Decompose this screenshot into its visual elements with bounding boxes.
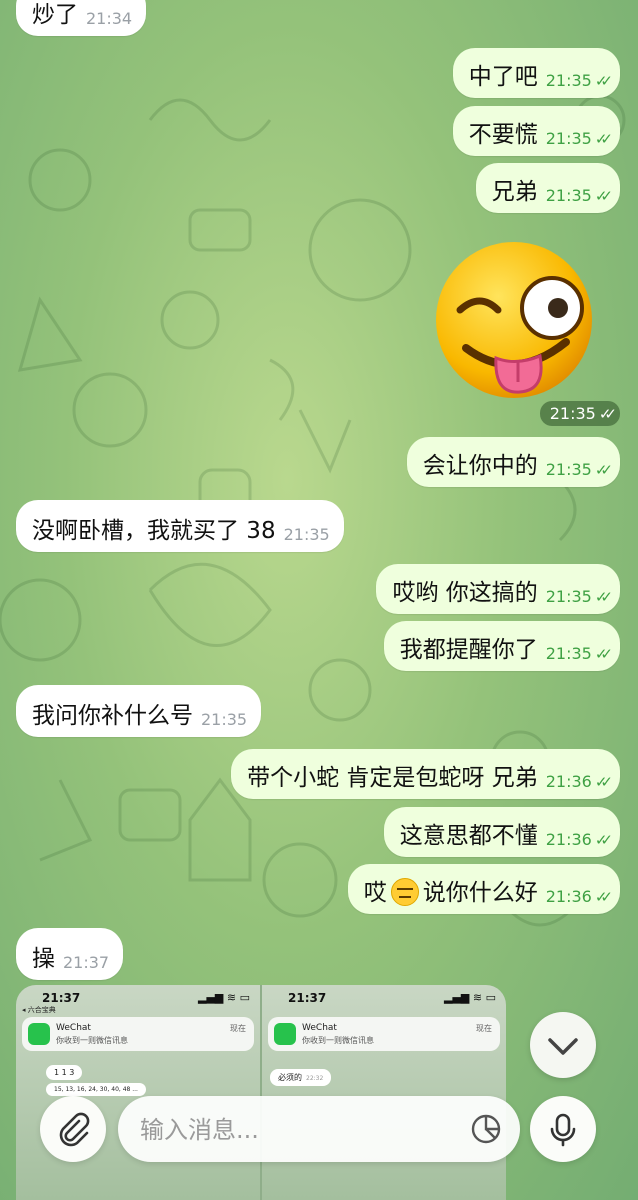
read-checkmarks-icon: ✓✓ <box>594 187 613 205</box>
message-time: 21:36 ✓✓ <box>545 772 613 792</box>
incoming-message[interactable]: 我问你补什么号 21:35 <box>16 685 262 737</box>
wechat-icon <box>28 1023 50 1045</box>
read-checkmarks-icon: ✓✓ <box>594 645 613 663</box>
incoming-message[interactable]: 炒了 21:34 <box>16 0 147 36</box>
expressionless-face-icon <box>390 877 419 906</box>
message-text: 我问你补什么号 <box>32 703 193 729</box>
read-checkmarks-icon: ✓✓ <box>598 405 617 423</box>
outgoing-message[interactable]: 会让你中的 21:35 ✓✓ <box>406 437 620 487</box>
voice-record-button[interactable] <box>530 1096 596 1162</box>
message-text: 兄弟 <box>491 179 538 205</box>
message-time: 21:36 ✓✓ <box>545 830 613 850</box>
message-time: 21:35 ✓✓ <box>545 587 613 607</box>
message-time: 21:35 ✓✓ <box>545 71 613 91</box>
attach-button[interactable] <box>40 1096 106 1162</box>
outgoing-message[interactable]: 哎说你什么好 21:36 ✓✓ <box>347 864 620 914</box>
read-checkmarks-icon: ✓✓ <box>594 130 613 148</box>
message-text: 我都提醒你了 <box>399 637 538 663</box>
message-time: 21:35 ✓✓ <box>539 401 620 426</box>
message-time: 21:35 ✓✓ <box>545 460 613 480</box>
message-input-bar <box>0 1088 638 1200</box>
message-input[interactable] <box>138 1096 462 1164</box>
message-text: 没啊卧槽，我就买了 38 <box>32 518 276 544</box>
chevron-down-icon <box>548 1038 578 1055</box>
message-field[interactable] <box>118 1096 520 1164</box>
outgoing-message[interactable]: 中了吧 21:35 ✓✓ <box>452 48 620 98</box>
message-time: 21:35 ✓✓ <box>545 644 613 664</box>
message-text: 会让你中的 <box>422 453 538 479</box>
wechat-icon <box>274 1023 296 1045</box>
outgoing-message[interactable]: 兄弟 21:35 ✓✓ <box>475 163 620 213</box>
read-checkmarks-icon: ✓✓ <box>594 773 613 791</box>
read-checkmarks-icon: ✓✓ <box>594 72 613 90</box>
outgoing-message[interactable]: 哎哟 你这搞的 21:35 ✓✓ <box>376 564 620 614</box>
outgoing-message[interactable]: 我都提醒你了 21:35 ✓✓ <box>383 621 620 671</box>
message-time: 21:37 <box>63 953 110 972</box>
wechat-notification: WeChat 你收到一则微信讯息 现在 <box>22 1017 254 1051</box>
read-checkmarks-icon: ✓✓ <box>594 461 613 479</box>
message-text: 哎说你什么好 <box>364 877 538 908</box>
outgoing-message[interactable]: 带个小蛇 肯定是包蛇呀 兄弟 21:36 ✓✓ <box>231 749 620 799</box>
read-checkmarks-icon: ✓✓ <box>594 588 613 606</box>
winking-tongue-emoji-icon <box>436 242 592 398</box>
sticker-icon[interactable] <box>470 1113 502 1145</box>
message-text: 炒了 <box>32 2 78 28</box>
outgoing-message[interactable]: 不要慌 21:35 ✓✓ <box>452 106 620 156</box>
scroll-to-bottom-button[interactable] <box>530 1012 596 1078</box>
message-time: 21:35 <box>283 525 330 544</box>
message-time: 21:34 <box>86 9 133 28</box>
message-time: 21:35 ✓✓ <box>545 129 613 149</box>
read-checkmarks-icon: ✓✓ <box>594 888 613 906</box>
wechat-notification: WeChat 你收到一则微信讯息 现在 <box>268 1017 500 1051</box>
paperclip-icon <box>59 1112 90 1147</box>
message-text: 操 <box>32 946 55 972</box>
message-time: 21:36 ✓✓ <box>545 887 613 907</box>
incoming-message[interactable]: 没啊卧槽，我就买了 38 21:35 <box>16 500 344 552</box>
microphone-icon <box>550 1113 576 1147</box>
message-text: 哎哟 你这搞的 <box>392 580 538 606</box>
message-time: 21:35 <box>201 710 248 729</box>
sticker-message[interactable]: 21:35 ✓✓ <box>430 240 620 426</box>
message-text: 带个小蛇 肯定是包蛇呀 兄弟 <box>247 765 538 791</box>
message-text: 中了吧 <box>468 64 538 90</box>
message-text: 这意思都不懂 <box>399 823 538 849</box>
read-checkmarks-icon: ✓✓ <box>594 831 613 849</box>
incoming-message[interactable]: 操 21:37 <box>16 928 124 980</box>
outgoing-message[interactable]: 这意思都不懂 21:36 ✓✓ <box>383 807 620 857</box>
message-time: 21:35 ✓✓ <box>545 186 613 206</box>
message-text: 不要慌 <box>468 122 538 148</box>
